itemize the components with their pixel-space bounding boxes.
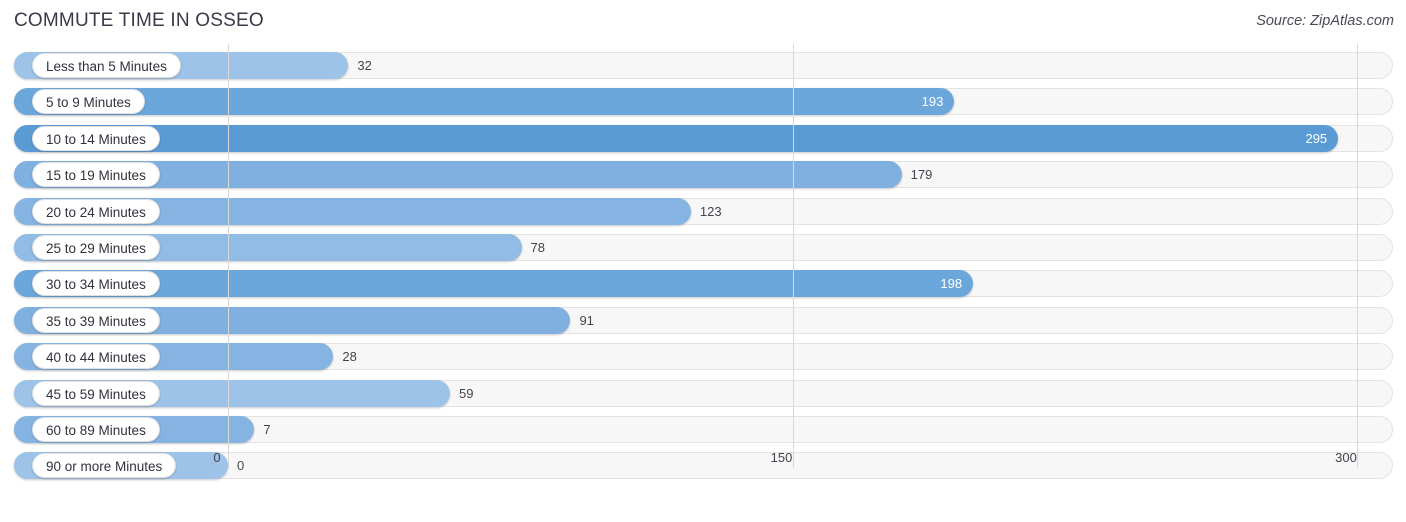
x-axis: 0 150 300: [0, 446, 1406, 484]
axis-tick-label: 150: [770, 450, 793, 465]
axis-tick-mark: [792, 446, 794, 468]
table-row[interactable]: 295 10 to 14 Minutes: [14, 124, 1393, 152]
gridline: [1357, 44, 1358, 446]
source-attribution: Source: ZipAtlas.com: [1256, 13, 1394, 29]
bar[interactable]: 295: [14, 124, 1339, 152]
table-row[interactable]: 91 35 to 39 Minutes: [14, 306, 1393, 334]
bar-category-label: 5 to 9 Minutes: [32, 89, 145, 115]
table-row[interactable]: 179 15 to 19 Minutes: [14, 161, 1393, 189]
table-row[interactable]: 59 45 to 59 Minutes: [14, 379, 1393, 407]
bar-value-label: 198: [940, 276, 963, 292]
bar-value-label: 123: [699, 203, 722, 219]
bar-value-label: 7: [263, 422, 271, 437]
bar-category-label: Less than 5 Minutes: [32, 53, 181, 78]
bar-value-label: 28: [342, 349, 357, 365]
bar-value-label: 295: [1305, 130, 1328, 146]
table-row[interactable]: 193 5 to 9 Minutes: [14, 88, 1393, 116]
axis-tick-mark: [1357, 446, 1358, 468]
gridline: [792, 44, 794, 446]
bar-category-label: 35 to 39 Minutes: [32, 307, 160, 333]
chart-plot-area: 32 Less than 5 Minutes 193 5 to 9 Minutes 29…: [0, 44, 1406, 484]
bar-value-label: 59: [459, 385, 474, 401]
chart-header: COMMUTE TIME IN OSSEO Source: ZipAtlas.c…: [0, 0, 1406, 44]
bar-value-label: 91: [579, 312, 594, 328]
table-row[interactable]: 7 60 to 89 Minutes: [14, 416, 1393, 443]
bar-category-label: 15 to 19 Minutes: [32, 162, 160, 188]
bar-category-label: 45 to 59 Minutes: [32, 380, 160, 406]
axis-tick-label: 0: [213, 450, 221, 465]
table-row[interactable]: 198 30 to 34 Minutes: [14, 270, 1393, 298]
bar-category-label: 40 to 44 Minutes: [32, 344, 160, 370]
table-row[interactable]: 32 Less than 5 Minutes: [14, 52, 1393, 79]
bar-value-label: 193: [921, 94, 944, 110]
bar-category-label: 10 to 14 Minutes: [32, 125, 160, 151]
bar-value-label: 32: [357, 58, 372, 73]
bar-value-label: 78: [530, 240, 545, 255]
table-row[interactable]: 28 40 to 44 Minutes: [14, 343, 1393, 371]
table-row[interactable]: 123 20 to 24 Minutes: [14, 197, 1393, 225]
bar-rows-container: 32 Less than 5 Minutes 193 5 to 9 Minutes 29…: [0, 44, 1406, 486]
bar[interactable]: 193: [14, 88, 955, 116]
bar-value-label: 179: [910, 167, 933, 183]
page-title: COMMUTE TIME IN OSSEO: [14, 10, 264, 31]
bar-category-label: 25 to 29 Minutes: [32, 235, 160, 260]
bar-category-label: 60 to 89 Minutes: [32, 417, 160, 442]
bar-category-label: 30 to 34 Minutes: [32, 271, 160, 297]
bar-category-label: 20 to 24 Minutes: [32, 198, 160, 224]
axis-tick-label: 300: [1335, 450, 1357, 465]
table-row[interactable]: 78 25 to 29 Minutes: [14, 234, 1393, 261]
axis-tick-mark: [228, 446, 229, 468]
gridline: [228, 44, 229, 446]
